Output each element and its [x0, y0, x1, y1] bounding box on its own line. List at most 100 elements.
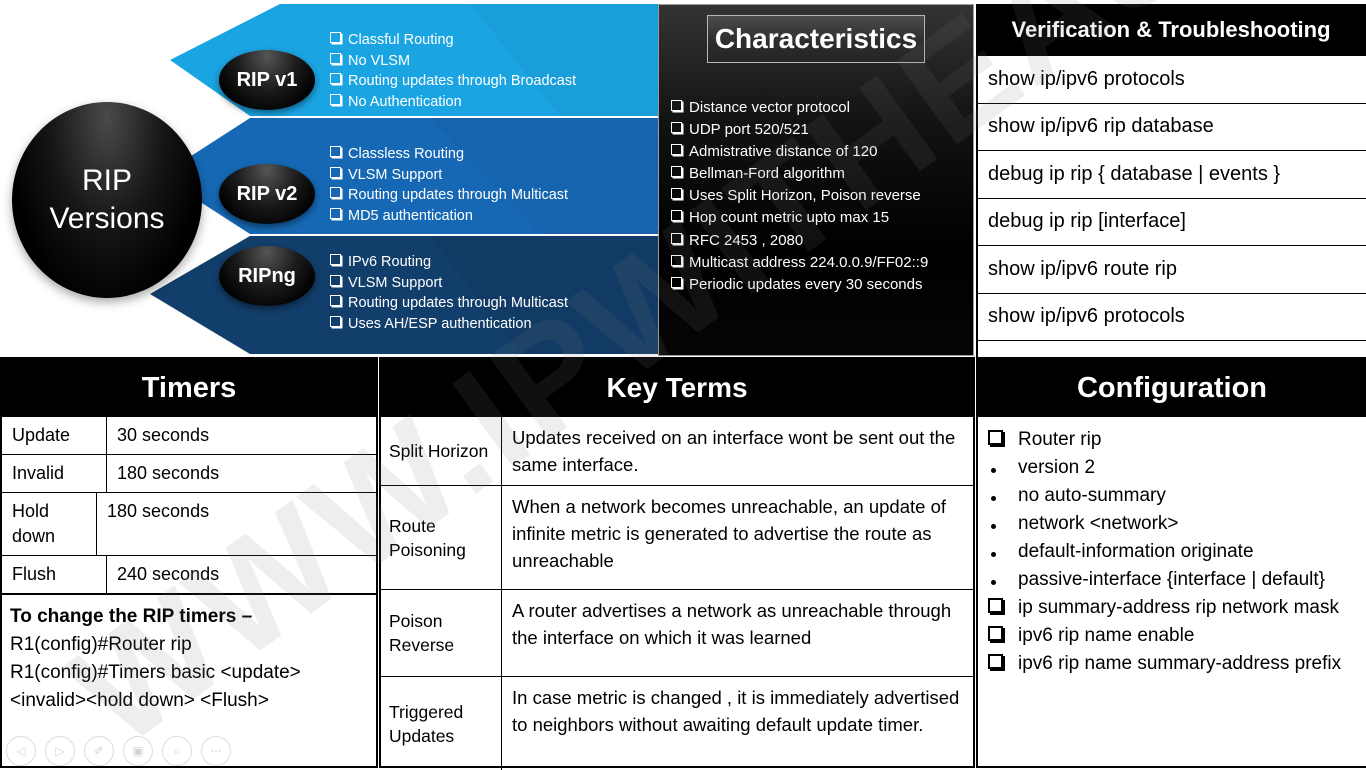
characteristic-item: Distance vector protocol [671, 97, 971, 119]
verification-row: show ip/ipv6 rip database [976, 104, 1366, 151]
key-term-definition: Updates received on an interface wont be… [501, 417, 973, 485]
characteristics-list: Distance vector protocol UDP port 520/52… [671, 97, 971, 296]
verification-left-rule [976, 56, 978, 364]
key-term-definition: In case metric is changed , it is immedi… [501, 677, 973, 770]
hub-title-line1: RIP [81, 164, 132, 197]
timers-title: Timers [141, 371, 237, 404]
verification-command: debug ip rip { database | events } [988, 162, 1281, 185]
timer-value: 180 seconds [106, 455, 376, 492]
timers-note-heading: To change the RIP timers – [10, 606, 253, 627]
bullet-icon [988, 510, 1018, 538]
timer-name: Update [12, 425, 71, 445]
rip-v2-label: RIP v2 [236, 182, 298, 205]
config-line: default-information originate [988, 538, 1360, 566]
key-terms-panel: Key Terms Split Horizon Updates received… [379, 357, 975, 770]
bottom-section: Timers Update 30 seconds Invalid 180 sec… [0, 357, 1366, 770]
characteristic-item: Hop count metric upto max 15 [671, 207, 971, 229]
timers-note-line: R1(config)#Router rip [10, 634, 192, 655]
timers-row: Hold down 180 seconds [2, 492, 376, 555]
characteristics-panel: Characteristics Distance vector protocol… [658, 4, 974, 356]
config-line: passive-interface {interface | default} [988, 566, 1360, 594]
timers-row: Update 30 seconds [2, 417, 376, 454]
verification-row: show ip/ipv6 route rip [976, 246, 1366, 294]
feature-item: No Authentication [330, 92, 576, 113]
feature-item: VLSM Support [330, 273, 568, 294]
bullet-icon [988, 538, 1018, 566]
key-term-name: Triggered Updates [389, 701, 464, 746]
configuration-title: Configuration [1076, 371, 1268, 404]
verification-command: show ip/ipv6 protocols [988, 305, 1185, 328]
timers-header: Timers [2, 359, 376, 417]
feature-item: Classful Routing [330, 30, 576, 51]
timer-name: Hold down [12, 501, 56, 546]
verification-row: show ip/ipv6 protocols [976, 56, 1366, 104]
timers-note: To change the RIP timers – R1(config)#Ro… [2, 593, 376, 721]
config-line: ip summary-address rip network mask [988, 594, 1360, 622]
feature-item: Routing updates through Broadcast [330, 71, 576, 92]
infographic-root: Classful Routing No VLSM Routing updates… [0, 0, 1366, 770]
timers-note-line: R1(config)#Timers basic <update> [10, 662, 301, 683]
characteristic-item: UDP port 520/521 [671, 119, 971, 141]
characteristics-title: Characteristics [714, 23, 918, 54]
rip-v2-badge: RIP v2 [219, 164, 315, 224]
timer-value: 240 seconds [106, 556, 376, 593]
timer-name: Flush [12, 564, 57, 584]
ripng-label: RIPng [238, 264, 296, 287]
key-term-definition: When a network becomes unreachable, an u… [501, 486, 973, 589]
timers-row: Invalid 180 seconds [2, 454, 376, 492]
config-line: ipv6 rip name enable [988, 622, 1360, 650]
key-terms-title: Key Terms [606, 372, 748, 403]
key-terms-row: Triggered Updates In case metric is chan… [381, 676, 973, 770]
bullet-icon [988, 454, 1018, 482]
verification-title: Verification & Troubleshooting [1011, 17, 1331, 42]
timer-value: 180 seconds [96, 493, 376, 555]
key-terms-row: Route Poisoning When a network becomes u… [381, 485, 973, 589]
rip-v1-feature-list: Classful Routing No VLSM Routing updates… [330, 30, 576, 112]
characteristic-item: Periodic updates every 30 seconds [671, 274, 971, 296]
config-line: no auto-summary [988, 482, 1360, 510]
feature-item: MD5 authentication [330, 206, 568, 227]
ripng-badge: RIPng [219, 246, 315, 306]
configuration-panel: Configuration Router rip version 2 no au… [976, 357, 1366, 768]
feature-item: Routing updates through Multicast [330, 185, 568, 206]
configuration-list: Router rip version 2 no auto-summary net… [978, 417, 1366, 678]
verification-command: show ip/ipv6 rip database [988, 115, 1214, 138]
key-term-name: Poison Reverse [389, 611, 455, 655]
feature-item: VLSM Support [330, 165, 568, 186]
verification-row: debug ip rip { database | events } [976, 151, 1366, 199]
verification-panel: Verification & Troubleshooting show ip/i… [976, 4, 1366, 364]
checkbox-icon [988, 426, 1018, 454]
checkbox-icon [988, 594, 1018, 622]
bullet-icon [988, 566, 1018, 594]
config-line: ipv6 rip name summary-address prefix [988, 650, 1360, 678]
timers-row: Flush 240 seconds [2, 555, 376, 593]
configuration-header: Configuration [978, 359, 1366, 417]
key-term-name: Split Horizon [389, 441, 489, 461]
key-term-name: Route Poisoning [389, 515, 466, 560]
characteristic-item: Uses Split Horizon, Poison reverse [671, 185, 971, 207]
verification-command: show ip/ipv6 protocols [988, 67, 1185, 90]
characteristic-item: Multicast address 224.0.0.9/FF02::9 [671, 252, 971, 274]
feature-item: IPv6 Routing [330, 252, 568, 273]
timers-note-line: <invalid><hold down> <Flush> [10, 690, 269, 711]
checkbox-icon [988, 622, 1018, 650]
feature-item: Classless Routing [330, 144, 568, 165]
hub-title-line2: Versions [49, 202, 165, 235]
rip-v2-feature-list: Classless Routing VLSM Support Routing u… [330, 144, 568, 226]
key-term-definition: A router advertises a network as unreach… [501, 590, 973, 676]
key-terms-row: Poison Reverse A router advertises a net… [381, 589, 973, 676]
characteristic-item: RFC 2453 , 2080 [671, 230, 971, 252]
characteristics-title-box: Characteristics [707, 15, 925, 63]
config-line: version 2 [988, 454, 1360, 482]
verification-row: show ip/ipv6 protocols [976, 294, 1366, 341]
feature-item: Routing updates through Multicast [330, 293, 568, 314]
rip-v1-label: RIP v1 [236, 68, 298, 91]
checkbox-icon [988, 650, 1018, 678]
config-line: network <network> [988, 510, 1360, 538]
config-line: Router rip [988, 426, 1360, 454]
feature-item: Uses AH/ESP authentication [330, 314, 568, 335]
bullet-icon [988, 482, 1018, 510]
characteristic-item: Bellman-Ford algorithm [671, 163, 971, 185]
feature-item: No VLSM [330, 51, 576, 72]
verification-command: debug ip rip [interface] [988, 210, 1186, 233]
